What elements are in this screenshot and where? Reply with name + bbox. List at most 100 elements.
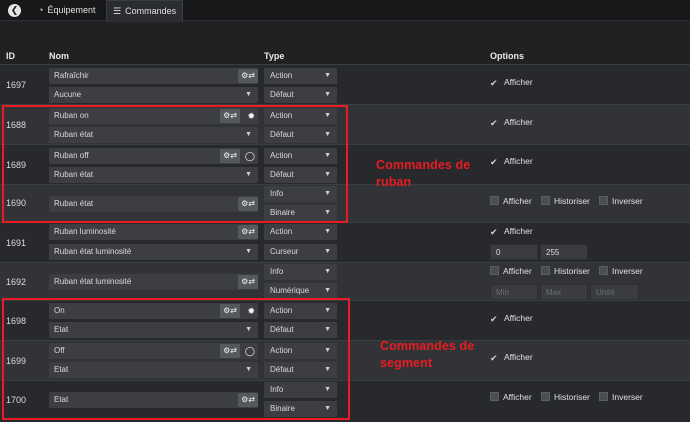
check-icon: ✔ (490, 353, 498, 363)
afficher-label: Afficher (503, 392, 532, 402)
afficher-checkbox[interactable]: Afficher (490, 266, 532, 277)
chevron-down-icon: ▼ (324, 91, 331, 98)
afficher-label: Afficher (504, 77, 533, 87)
back-arrow-icon[interactable]: ❮ (8, 4, 21, 17)
afficher-checkbox[interactable]: ✔ Afficher (490, 156, 533, 167)
inverser-checkbox[interactable]: Inverser (599, 266, 643, 277)
chevron-down-icon: ▼ (324, 248, 331, 255)
inverser-label: Inverser (612, 196, 643, 206)
chevron-down-icon: ▼ (324, 287, 331, 294)
cmd-value-select[interactable]: Aucune ▼ (49, 87, 258, 103)
afficher-label: Afficher (503, 196, 532, 206)
cmd-name-text: Ruban état luminosité (54, 277, 132, 286)
cmd-value-text: Aucune (54, 90, 82, 99)
header-options: Options (490, 51, 524, 61)
max-input[interactable]: Max (540, 284, 588, 300)
cmd-value-text: Ruban état luminosité (54, 247, 132, 256)
cog-icon[interactable]: ⚙⇄ (238, 69, 258, 83)
cmd-id: 1692 (6, 277, 27, 287)
afficher-checkbox[interactable]: ✔ Afficher (490, 313, 533, 324)
annotation-box-segment (2, 298, 350, 420)
historiser-label: Historiser (554, 392, 590, 402)
max-input[interactable]: 255 (540, 244, 588, 260)
type-select[interactable]: Action ▼ (264, 224, 337, 240)
tab-commandes[interactable]: ☰ Commandes (106, 0, 184, 22)
inverser-label: Inverser (612, 266, 643, 276)
subtype-select[interactable]: Défaut ▼ (264, 87, 337, 103)
inverser-checkbox[interactable]: Inverser (599, 196, 643, 207)
chevron-down-icon: ▼ (245, 91, 252, 98)
annotation-ruban-line2: ruban (376, 175, 412, 189)
table-row: 1691 Ruban luminosité ⚙⇄ Ruban état lumin… (0, 222, 690, 262)
inverser-label: Inverser (612, 392, 643, 402)
historiser-label: Historiser (554, 266, 590, 276)
checkbox-empty (599, 392, 608, 401)
cmd-name-text: Rafraîchir (54, 71, 89, 80)
afficher-checkbox[interactable]: ✔ Afficher (490, 117, 533, 128)
cmd-name-text: Ruban luminosité (54, 227, 116, 236)
tab-commandes-label: Commandes (125, 6, 177, 16)
checkbox-empty (490, 196, 499, 205)
cmd-id: 1691 (6, 238, 27, 248)
table-row: 1692 Ruban état luminosité ⚙⇄ Info ▼ Numér… (0, 262, 690, 300)
checkbox-empty (599, 196, 608, 205)
subtype-text: Curseur (270, 247, 299, 256)
subtype-text: Défaut (270, 90, 294, 99)
table-row: 1697 Rafraîchir ⚙⇄ Aucune ▼ Action ▼ Défaut… (0, 64, 690, 104)
checkbox-empty (490, 392, 499, 401)
historiser-checkbox[interactable]: Historiser (541, 266, 590, 277)
chevron-down-icon: ▼ (324, 228, 331, 235)
afficher-label: Afficher (504, 352, 533, 362)
checkbox-empty (541, 392, 550, 401)
min-input[interactable]: 0 (490, 244, 538, 260)
cmd-name-input[interactable]: Rafraîchir ⚙⇄ (49, 68, 258, 84)
checkbox-empty (541, 266, 550, 275)
annotation-ruban-line1: Commandes de (376, 158, 471, 172)
unit-input[interactable]: Unité (590, 284, 639, 300)
type-text: Action (270, 71, 293, 80)
afficher-checkbox[interactable]: ✔ Afficher (490, 77, 533, 88)
annotation-segment: Commandes de segment (380, 338, 474, 372)
annotation-segment-line1: Commandes de (380, 339, 475, 353)
min-input[interactable]: Min (490, 284, 538, 300)
type-text: Info (270, 267, 284, 276)
cmd-name-input[interactable]: Ruban luminosité ⚙⇄ (49, 224, 258, 240)
historiser-checkbox[interactable]: Historiser (541, 392, 590, 403)
subtype-select[interactable]: Curseur ▼ (264, 244, 337, 260)
subtype-select[interactable]: Numérique ▼ (264, 283, 337, 299)
header-type: Type (264, 51, 285, 61)
historiser-checkbox[interactable]: Historiser (541, 196, 590, 207)
afficher-checkbox[interactable]: Afficher (490, 196, 532, 207)
checkbox-empty (599, 266, 608, 275)
cog-icon[interactable]: ⚙⇄ (238, 225, 258, 239)
afficher-label: Afficher (504, 117, 533, 127)
cmd-name-input[interactable]: Ruban état luminosité ⚙⇄ (49, 274, 258, 290)
cog-icon[interactable]: ⚙⇄ (238, 275, 258, 289)
header-id: ID (6, 51, 15, 61)
chevron-down-icon: ▼ (324, 268, 331, 275)
chevron-down-icon: ▼ (245, 248, 252, 255)
check-icon: ✔ (490, 157, 498, 167)
tab-equipement[interactable]: ◔ Équipement (32, 0, 101, 21)
type-text: Action (270, 227, 293, 236)
tab-bar: ❮ ◔ Équipement ☰ Commandes (0, 0, 690, 22)
afficher-label: Afficher (504, 226, 533, 236)
list-icon: ☰ (113, 6, 122, 16)
subtype-text: Numérique (270, 286, 310, 295)
type-select[interactable]: Info ▼ (264, 264, 337, 280)
afficher-label: Afficher (504, 313, 533, 323)
annotation-segment-line2: segment (380, 356, 433, 370)
type-select[interactable]: Action ▼ (264, 68, 337, 84)
inverser-checkbox[interactable]: Inverser (599, 392, 643, 403)
cmd-value-select[interactable]: Ruban état luminosité ▼ (49, 244, 258, 260)
annotation-box-ruban (2, 105, 348, 223)
afficher-label: Afficher (504, 156, 533, 166)
afficher-checkbox[interactable]: ✔ Afficher (490, 352, 533, 363)
afficher-checkbox[interactable]: ✔ Afficher (490, 226, 533, 237)
header-nom: Nom (49, 51, 69, 61)
check-icon: ✔ (490, 314, 498, 324)
chevron-down-icon: ▼ (324, 72, 331, 79)
tab-equipement-label: Équipement (47, 5, 96, 15)
afficher-label: Afficher (503, 266, 532, 276)
afficher-checkbox[interactable]: Afficher (490, 392, 532, 403)
